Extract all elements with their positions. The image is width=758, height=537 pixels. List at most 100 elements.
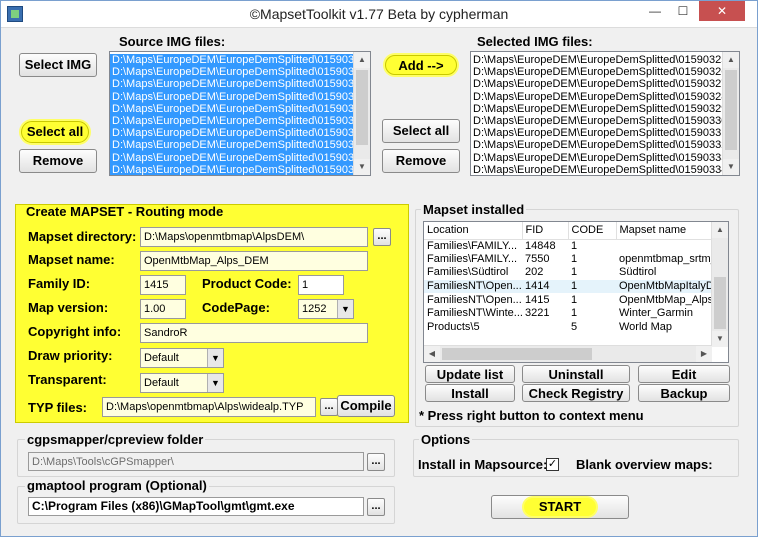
table-row[interactable]: Products\5 5 World Map (424, 321, 712, 335)
list-item[interactable]: D:\Maps\EuropeDEM\EuropeDemSplitted\0159… (471, 164, 723, 175)
list-item[interactable]: D:\Maps\EuropeDEM\EuropeDemSplitted\0159… (471, 152, 723, 164)
maximize-button[interactable]: ☐ (669, 1, 697, 21)
list-item[interactable]: D:\Maps\EuropeDEM\EuropeDemSplitted\0159… (110, 139, 354, 152)
installed-horizontal-scrollbar[interactable]: ◀ ▶ (424, 345, 712, 362)
installed-vertical-scrollbar[interactable]: ▲ ▼ (711, 222, 728, 347)
cgpsmapper-folder-input[interactable]: D:\Maps\Tools\cGPSmapper\ (28, 452, 364, 471)
scroll-thumb[interactable] (356, 70, 368, 145)
list-item[interactable]: D:\Maps\EuropeDEM\EuropeDemSplitted\0159… (110, 151, 354, 164)
product-code-label: Product Code: (202, 276, 292, 291)
minimize-button[interactable]: — (641, 1, 669, 21)
codepage-select[interactable]: 1252 ▼ (298, 299, 354, 319)
source-img-header: Source IMG files: (119, 34, 226, 49)
typ-files-browse-button[interactable]: ... (320, 398, 338, 416)
scroll-up-icon[interactable]: ▲ (723, 52, 739, 68)
list-item[interactable]: D:\Maps\EuropeDEM\EuropeDemSplitted\0159… (471, 78, 723, 90)
table-row[interactable]: Families\FAMILY... 14848 1 (424, 239, 712, 253)
compile-button[interactable]: Compile (337, 395, 395, 417)
source-select-all-button[interactable]: Select all (21, 121, 89, 143)
selected-list-scrollbar[interactable]: ▲ ▼ (722, 52, 739, 175)
mapset-name-input[interactable]: OpenMtbMap_Alps_DEM (140, 251, 368, 271)
table-cell: Products\5 (427, 320, 480, 333)
scroll-down-icon[interactable]: ▼ (723, 159, 739, 175)
list-item[interactable]: D:\Maps\EuropeDEM\EuropeDemSplitted\0159… (110, 102, 354, 115)
scroll-down-icon[interactable]: ▼ (354, 159, 370, 175)
close-button[interactable]: ✕ (699, 1, 745, 21)
draw-priority-select[interactable]: Default ▼ (140, 348, 224, 368)
main-window: ©MapsetToolkit v1.77 Beta by cypherman —… (0, 0, 758, 537)
column-location[interactable]: Location (424, 222, 523, 240)
start-button-frame[interactable]: START (491, 495, 629, 519)
table-row[interactable]: FamiliesNT\Open... 1415 1 OpenMtbMap_Alps_ (424, 293, 712, 307)
table-cell: FamiliesNT\Open... (424, 279, 522, 294)
list-item[interactable]: D:\Maps\EuropeDEM\EuropeDemSplitted\0159… (471, 127, 723, 139)
check-registry-button[interactable]: Check Registry (522, 384, 630, 402)
transparent-value: Default (144, 377, 179, 389)
list-item[interactable]: D:\Maps\EuropeDEM\EuropeDemSplitted\0159… (110, 163, 354, 175)
table-cell: OpenMtbMapItalyD (616, 279, 712, 294)
list-item[interactable]: D:\Maps\EuropeDEM\EuropeDemSplitted\0159… (110, 78, 354, 91)
mapset-directory-label: Mapset directory: (28, 229, 137, 244)
backup-button[interactable]: Backup (638, 384, 730, 402)
chevron-down-icon[interactable]: ▼ (337, 300, 353, 318)
scroll-left-icon[interactable]: ◀ (424, 346, 440, 362)
edit-button[interactable]: Edit (638, 365, 730, 383)
list-item[interactable]: D:\Maps\EuropeDEM\EuropeDemSplitted\0159… (471, 54, 723, 66)
scroll-up-icon[interactable]: ▲ (354, 52, 370, 68)
mapset-installed-list[interactable]: Location FID CODE Mapset name Families\F… (423, 221, 729, 363)
list-item[interactable]: D:\Maps\EuropeDEM\EuropeDemSplitted\0159… (471, 66, 723, 78)
table-cell: 1 (571, 266, 578, 279)
scroll-down-icon[interactable]: ▼ (712, 331, 728, 347)
source-remove-button[interactable]: Remove (19, 149, 97, 173)
table-row[interactable]: Families\Südtirol 202 1 Südtirol (424, 266, 712, 280)
update-list-button[interactable]: Update list (425, 365, 515, 383)
scroll-thumb[interactable] (714, 277, 726, 329)
selected-remove-button[interactable]: Remove (382, 149, 460, 173)
column-fid[interactable]: FID (522, 222, 569, 240)
table-cell: 7550 (525, 252, 550, 265)
add-button[interactable]: Add --> (385, 55, 457, 75)
scroll-thumb[interactable] (442, 348, 592, 360)
list-item[interactable]: D:\Maps\EuropeDEM\EuropeDemSplitted\0159… (110, 66, 354, 79)
start-button[interactable]: START (524, 498, 596, 516)
table-cell: 5 (571, 320, 578, 333)
install-button[interactable]: Install (425, 384, 515, 402)
gmaptool-browse-button[interactable]: ... (367, 498, 385, 516)
column-code[interactable]: CODE (568, 222, 617, 240)
cgpsmapper-browse-button[interactable]: ... (367, 453, 385, 471)
mapset-directory-input[interactable]: D:\Maps\openmtbmap\AlpsDEM\ (140, 227, 368, 247)
map-version-input[interactable]: 1.00 (140, 299, 186, 319)
selected-img-list[interactable]: D:\Maps\EuropeDEM\EuropeDemSplitted\0159… (470, 51, 740, 176)
transparent-select[interactable]: Default ▼ (140, 373, 224, 393)
list-item[interactable]: D:\Maps\EuropeDEM\EuropeDemSplitted\0159… (471, 91, 723, 103)
gmaptool-path-input[interactable]: C:\Program Files (x86)\GMapTool\gmt\gmt.… (28, 497, 364, 516)
scroll-right-icon[interactable]: ▶ (696, 346, 712, 362)
family-id-input[interactable]: 1415 (140, 275, 186, 295)
table-row[interactable]: Families\FAMILY... 7550 1 openmtbmap_srtm_c (424, 253, 712, 267)
selected-select-all-button[interactable]: Select all (382, 119, 460, 143)
chevron-down-icon[interactable]: ▼ (207, 374, 223, 392)
list-item[interactable]: D:\Maps\EuropeDEM\EuropeDemSplitted\0159… (110, 90, 354, 103)
list-item[interactable]: D:\Maps\EuropeDEM\EuropeDemSplitted\0159… (471, 115, 723, 127)
product-code-input[interactable]: 1 (298, 275, 344, 295)
select-img-button[interactable]: Select IMG (19, 53, 97, 77)
typ-files-input[interactable]: D:\Maps\openmtbmap\Alps\widealp.TYP (102, 397, 316, 417)
list-item[interactable]: D:\Maps\EuropeDEM\EuropeDemSplitted\0159… (471, 103, 723, 115)
scroll-thumb[interactable] (725, 70, 737, 150)
table-row[interactable]: FamiliesNT\Open... 1414 1 OpenMtbMapItalyD (424, 279, 712, 294)
source-list-scrollbar[interactable]: ▲ ▼ (353, 52, 370, 175)
source-img-list[interactable]: D:\Maps\EuropeDEM\EuropeDemSplitted\0159… (109, 51, 371, 176)
mapset-directory-browse-button[interactable]: ... (373, 228, 391, 246)
list-item[interactable]: D:\Maps\EuropeDEM\EuropeDemSplitted\0159… (110, 127, 354, 140)
table-row[interactable]: FamiliesNT\Winte... 3221 1 Winter_Garmin (424, 307, 712, 321)
install-in-mapsource-checkbox[interactable]: ✓ (546, 458, 559, 471)
list-item[interactable]: D:\Maps\EuropeDEM\EuropeDemSplitted\0159… (110, 54, 354, 67)
chevron-down-icon[interactable]: ▼ (207, 349, 223, 367)
list-item[interactable]: D:\Maps\EuropeDEM\EuropeDemSplitted\0159… (110, 114, 354, 128)
uninstall-button[interactable]: Uninstall (522, 365, 630, 383)
copyright-input[interactable]: SandroR (140, 323, 368, 343)
column-mapset-name[interactable]: Mapset name (616, 222, 713, 240)
list-item[interactable]: D:\Maps\EuropeDEM\EuropeDemSplitted\0159… (471, 139, 723, 151)
scroll-up-icon[interactable]: ▲ (712, 222, 728, 238)
blank-overview-maps-label: Blank overview maps: (576, 457, 713, 472)
